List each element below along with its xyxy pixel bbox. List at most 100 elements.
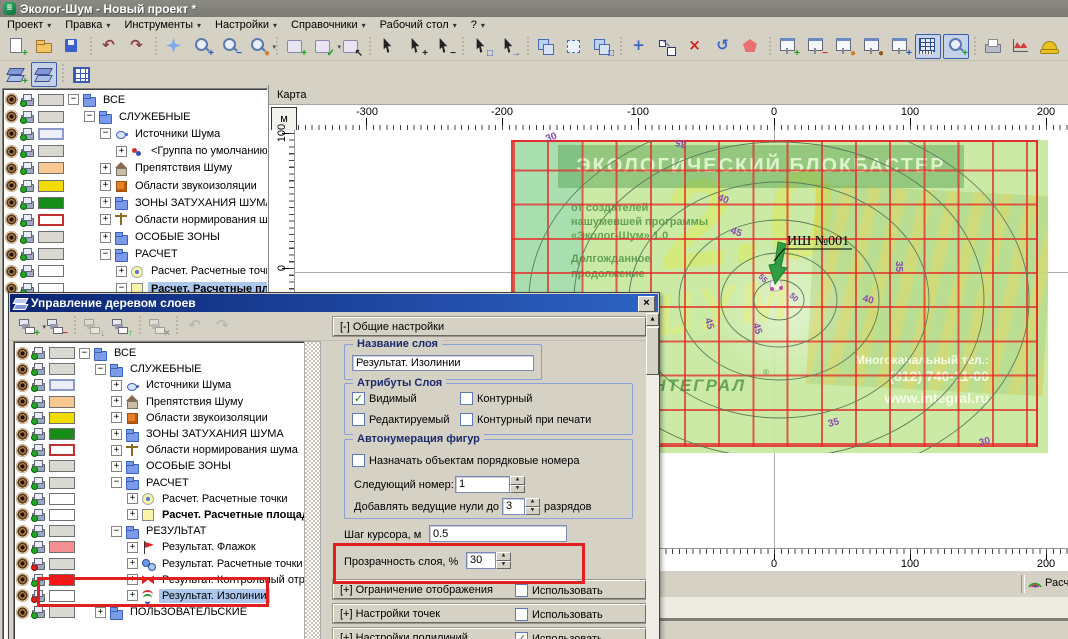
spin-up-icon[interactable]: ▲	[510, 476, 525, 485]
expander-icon[interactable]: +	[100, 197, 111, 208]
visibility-eye-icon[interactable]	[5, 213, 18, 226]
visibility-eye-icon[interactable]	[16, 460, 29, 473]
visibility-eye-icon[interactable]	[16, 606, 29, 619]
expander-icon[interactable]: +	[116, 146, 127, 157]
layer-label[interactable]: РАСЧЕТ	[143, 476, 192, 490]
layer-label[interactable]: Расчет. Расчетные точки	[148, 264, 268, 278]
close-button[interactable]: ×	[638, 296, 655, 312]
new-project-button[interactable]: +	[3, 34, 29, 59]
layer-color-swatch[interactable]	[49, 477, 75, 489]
remove-layer-button[interactable]: −	[43, 314, 69, 339]
layer-color-swatch[interactable]	[38, 265, 64, 277]
move-layer-down-button[interactable]: ↓	[80, 314, 106, 339]
checkbox-editable[interactable]	[352, 413, 365, 426]
noise-meter-remove-button[interactable]: −	[803, 34, 829, 59]
add-layer-button[interactable]: +▾	[15, 314, 41, 339]
layer-label[interactable]: СЛУЖЕБНЫЕ	[116, 110, 194, 124]
expander-icon[interactable]: +	[111, 461, 122, 472]
noise-meter-move-button[interactable]: +	[887, 34, 913, 59]
expander-icon[interactable]: −	[100, 249, 111, 260]
checkbox-autonumber[interactable]	[352, 454, 365, 467]
layer-label[interactable]: Области звукоизоляции	[132, 179, 260, 193]
layer-label[interactable]: ОСОБЫЕ ЗОНЫ	[132, 230, 223, 244]
open-project-button[interactable]	[31, 34, 57, 59]
zoom-out-button[interactable]: −	[217, 34, 243, 59]
rotate-object-button[interactable]	[710, 34, 736, 59]
visibility-eye-icon[interactable]	[5, 179, 18, 192]
visibility-eye-icon[interactable]	[16, 589, 29, 602]
layer-color-swatch[interactable]	[38, 248, 64, 260]
zoom-scale-button[interactable]: ●▾	[245, 34, 271, 59]
expander-icon[interactable]: +	[111, 429, 122, 440]
printer-icon[interactable]	[31, 590, 45, 602]
section-point-settings[interactable]: [+] Настройки точек Использовать	[333, 604, 646, 623]
printer-icon[interactable]	[31, 558, 45, 570]
layer-color-swatch[interactable]	[49, 525, 75, 537]
layer-color-swatch[interactable]	[49, 460, 75, 472]
noise-meter-group-button[interactable]: ●	[859, 34, 885, 59]
visibility-eye-icon[interactable]	[16, 557, 29, 570]
layer-color-swatch[interactable]	[49, 558, 75, 570]
visibility-eye-icon[interactable]	[16, 573, 29, 586]
printer-icon[interactable]	[20, 265, 34, 277]
expander-icon[interactable]: +	[111, 380, 122, 391]
layer-color-swatch[interactable]	[49, 379, 75, 391]
printer-icon[interactable]	[31, 396, 45, 408]
expander-icon[interactable]: +	[100, 163, 111, 174]
layer-color-swatch[interactable]	[49, 428, 75, 440]
visibility-eye-icon[interactable]	[16, 444, 29, 457]
expander-icon[interactable]: −	[95, 364, 106, 375]
scroll-thumb[interactable]	[646, 327, 659, 375]
printer-icon[interactable]	[31, 606, 45, 618]
expander-icon[interactable]: +	[127, 574, 138, 585]
layer-color-swatch[interactable]	[38, 162, 64, 174]
layer-name-input[interactable]	[352, 355, 534, 371]
visibility-eye-icon[interactable]	[16, 508, 29, 521]
section-polyline-settings[interactable]: [+] Настройки полилиний ✓ Использовать	[333, 628, 646, 639]
select-add-button[interactable]: +	[403, 34, 429, 59]
layer-label[interactable]: Области нормирования шума	[132, 213, 268, 227]
frame-copy-button[interactable]: □	[589, 34, 615, 59]
menu-help[interactable]: ?▾	[464, 18, 492, 32]
expander-icon[interactable]: −	[111, 526, 122, 537]
expander-icon[interactable]: +	[100, 180, 111, 191]
section-general-settings[interactable]: [-] Общие настройки	[333, 317, 646, 336]
pick-object-button[interactable]: ↖	[338, 34, 364, 59]
transparency-spinner[interactable]: 30 ▲▼	[466, 552, 511, 569]
printer-icon[interactable]	[31, 574, 45, 586]
layer-color-swatch[interactable]	[38, 128, 64, 140]
tree-row[interactable]: −СЛУЖЕБНЫЕ	[3, 108, 267, 125]
noise-meter-select-button[interactable]: ●	[831, 34, 857, 59]
layer-add-button[interactable]: +	[3, 62, 29, 87]
scroll-up-icon[interactable]: ▲	[646, 313, 659, 326]
section-display-limit[interactable]: [+] Ограничение отображения Использовать	[333, 580, 646, 599]
tree-scrollbar[interactable]	[304, 341, 321, 639]
tree-row[interactable]: +Результат. Флажок	[14, 539, 304, 555]
zoom-in-button[interactable]: +	[189, 34, 215, 59]
expander-icon[interactable]: +	[127, 493, 138, 504]
printer-icon[interactable]	[31, 541, 45, 553]
expander-icon[interactable]: +	[111, 396, 122, 407]
expander-icon[interactable]: −	[79, 348, 90, 359]
frame-select-button[interactable]	[561, 34, 587, 59]
visibility-eye-icon[interactable]	[5, 127, 18, 140]
table-view-button[interactable]	[68, 62, 94, 87]
noise-meter-add-button[interactable]: +	[775, 34, 801, 59]
layer-color-swatch[interactable]	[38, 180, 64, 192]
menu-tools[interactable]: Инструменты▾	[117, 18, 208, 32]
expander-icon[interactable]: +	[111, 412, 122, 423]
menu-directories[interactable]: Справочники▾	[284, 18, 373, 32]
expander-icon[interactable]: +	[116, 266, 127, 277]
leading-zeros-spinner[interactable]: 3 ▲▼	[502, 498, 540, 515]
layer-color-swatch[interactable]	[38, 94, 64, 106]
printer-icon[interactable]	[31, 347, 45, 359]
visibility-eye-icon[interactable]	[16, 363, 29, 376]
layer-label[interactable]: ЗОНЫ ЗАТУХАНИЯ ШУМА	[132, 196, 268, 210]
layer-label[interactable]: Результат. Контрольный отрезок	[159, 573, 305, 587]
menu-edit[interactable]: Правка▾	[58, 18, 117, 32]
printer-icon[interactable]	[31, 525, 45, 537]
checkbox-use-limit[interactable]	[515, 584, 528, 597]
layer-color-swatch[interactable]	[49, 412, 75, 424]
checkbox-use-points[interactable]	[515, 608, 528, 621]
expander-icon[interactable]: +	[127, 558, 138, 569]
